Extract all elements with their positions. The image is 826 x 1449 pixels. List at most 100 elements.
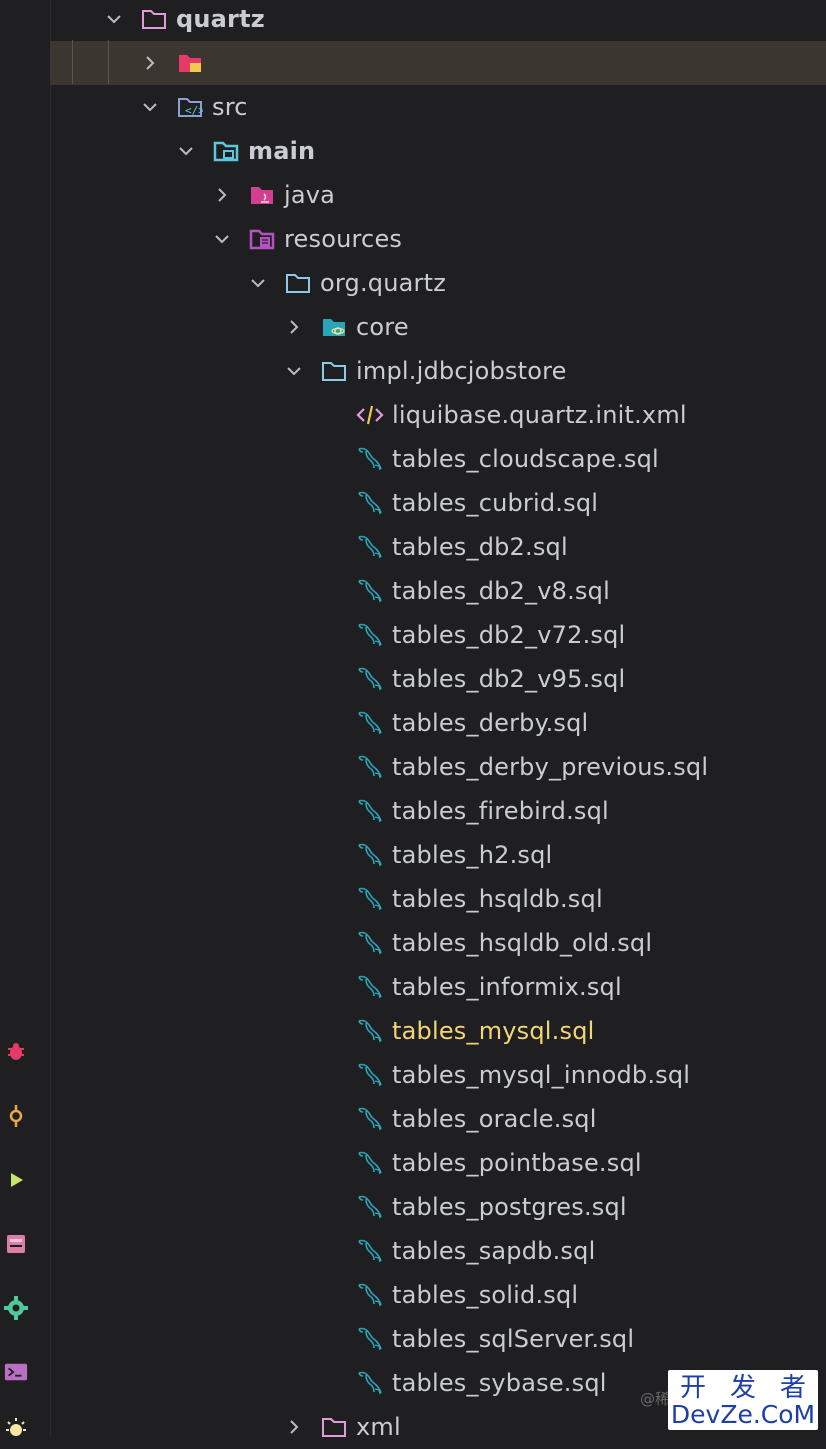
tree-node-label: java: [284, 181, 336, 209]
core-package-icon: [320, 313, 348, 341]
sql-file-icon: [356, 1237, 384, 1265]
sql-file-icon: [356, 1017, 384, 1045]
folder-icon: [320, 1413, 348, 1441]
tree-node-label: impl.jdbcjobstore: [356, 357, 567, 385]
sql-file-icon: [356, 885, 384, 913]
watermark-brand: DevZe.CoM: [670, 1400, 816, 1429]
indent-guide: [72, 40, 73, 84]
tree-node[interactable]: liquibase.quartz.init.xml: [50, 393, 826, 437]
tree-node-label: tables_hsqldb.sql: [392, 885, 603, 913]
tree-node[interactable]: tables_mysql.sql: [50, 1009, 826, 1053]
tree-node-label: tables_solid.sql: [392, 1281, 579, 1309]
tree-node[interactable]: tables_firebird.sql: [50, 789, 826, 833]
chevron-right-icon[interactable]: [140, 53, 160, 73]
chevron-down-icon[interactable]: [248, 273, 268, 293]
chevron-down-icon[interactable]: [212, 229, 232, 249]
tree-node-label: tables_h2.sql: [392, 841, 553, 869]
tree-node[interactable]: tables_hsqldb_old.sql: [50, 921, 826, 965]
tree-node-label: tables_db2_v8.sql: [392, 577, 610, 605]
commit-icon[interactable]: [4, 1104, 28, 1128]
tree-node[interactable]: tables_pointbase.sql: [50, 1141, 826, 1185]
tree-node[interactable]: core: [50, 305, 826, 349]
tree-node[interactable]: tables_sqlServer.sql: [50, 1317, 826, 1361]
gear-icon[interactable]: [4, 1296, 28, 1320]
tree-node[interactable]: tables_solid.sql: [50, 1273, 826, 1317]
tree-node-label: tables_informix.sql: [392, 973, 622, 1001]
chevron-right-icon[interactable]: [284, 1417, 304, 1437]
svg-text:</>: </>: [185, 104, 203, 117]
tree-node-label: tables_derby_previous.sql: [392, 753, 709, 781]
tree-node-label: tables_mysql.sql: [392, 1017, 595, 1045]
tree-node[interactable]: resources: [50, 217, 826, 261]
tree-node[interactable]: tables_mysql_innodb.sql: [50, 1053, 826, 1097]
chevron-right-icon[interactable]: [212, 185, 232, 205]
tree-node[interactable]: tables_derby.sql: [50, 701, 826, 745]
tree-node[interactable]: tables_hsqldb.sql: [50, 877, 826, 921]
chevron-down-icon[interactable]: [140, 97, 160, 117]
credit-text: @稀: [640, 1390, 671, 1408]
tree-node-label: core: [356, 313, 409, 341]
sun-icon[interactable]: [4, 1416, 28, 1440]
tree-node[interactable]: main: [50, 129, 826, 173]
tree-node[interactable]: [50, 41, 826, 85]
watermark-char: 发: [729, 1372, 756, 1403]
chevron-right-icon[interactable]: [284, 317, 304, 337]
tree-node-label: tables_mysql_innodb.sql: [392, 1061, 691, 1089]
sql-file-icon: [356, 533, 384, 561]
tree-node-label: org.quartz: [320, 269, 447, 297]
tree-node[interactable]: quartz: [50, 0, 826, 41]
tree-node[interactable]: tables_cubrid.sql: [50, 481, 826, 525]
sql-file-icon: [356, 929, 384, 957]
terminal-icon[interactable]: [4, 1360, 28, 1384]
indent-guide: [108, 40, 109, 84]
chevron-down-icon[interactable]: [284, 361, 304, 381]
run-icon[interactable]: [4, 1168, 28, 1192]
chevron-down-icon[interactable]: [104, 9, 124, 29]
project-tree: quartz </> src main java resources org.quartz c…: [50, 0, 826, 1441]
tree-node-label: tables_sybase.sql: [392, 1369, 607, 1397]
excluded-folder-icon: [176, 49, 204, 77]
tree-node[interactable]: impl.jdbcjobstore: [50, 349, 826, 393]
tree-node[interactable]: tables_oracle.sql: [50, 1097, 826, 1141]
sql-file-icon: [356, 445, 384, 473]
tree-node-label: tables_db2_v72.sql: [392, 621, 626, 649]
database-icon[interactable]: [4, 1232, 28, 1256]
tree-node[interactable]: tables_db2_v8.sql: [50, 569, 826, 613]
tree-node[interactable]: tables_h2.sql: [50, 833, 826, 877]
chevron-down-icon[interactable]: [176, 141, 196, 161]
tree-node[interactable]: tables_db2_v72.sql: [50, 613, 826, 657]
tree-node[interactable]: </> src: [50, 85, 826, 129]
tree-node[interactable]: tables_postgres.sql: [50, 1185, 826, 1229]
sql-file-icon: [356, 1149, 384, 1177]
watermark-logo: 开发者 DevZe.CoM: [668, 1370, 818, 1430]
sql-file-icon: [356, 1325, 384, 1353]
watermark-chars: 开发者: [668, 1370, 818, 1403]
tree-node[interactable]: tables_informix.sql: [50, 965, 826, 1009]
sql-file-icon: [356, 1281, 384, 1309]
tree-node[interactable]: tables_derby_previous.sql: [50, 745, 826, 789]
resources-folder-icon: [248, 225, 276, 253]
tree-node[interactable]: tables_db2.sql: [50, 525, 826, 569]
tree-node-label: tables_sapdb.sql: [392, 1237, 596, 1265]
tree-node[interactable]: tables_cloudscape.sql: [50, 437, 826, 481]
sql-file-icon: [356, 753, 384, 781]
bug-icon[interactable]: [4, 1040, 28, 1064]
sql-file-icon: [356, 973, 384, 1001]
sql-file-icon: [356, 709, 384, 737]
tree-node[interactable]: java: [50, 173, 826, 217]
tree-node-label: tables_pointbase.sql: [392, 1149, 642, 1177]
tree-node-label: tables_cubrid.sql: [392, 489, 599, 517]
folder-icon: [140, 5, 168, 33]
sql-file-icon: [356, 489, 384, 517]
tree-node-label: tables_oracle.sql: [392, 1105, 597, 1133]
sql-file-icon: [356, 577, 384, 605]
sql-file-icon: [356, 1105, 384, 1133]
tree-node-label: main: [248, 137, 316, 165]
tree-node[interactable]: tables_db2_v95.sql: [50, 657, 826, 701]
package-folder-icon: [320, 357, 348, 385]
tree-node[interactable]: org.quartz: [50, 261, 826, 305]
java-folder-icon: [248, 181, 276, 209]
watermark-char: 者: [779, 1372, 806, 1403]
tree-node[interactable]: tables_sapdb.sql: [50, 1229, 826, 1273]
tree-node-label: quartz: [176, 5, 265, 33]
